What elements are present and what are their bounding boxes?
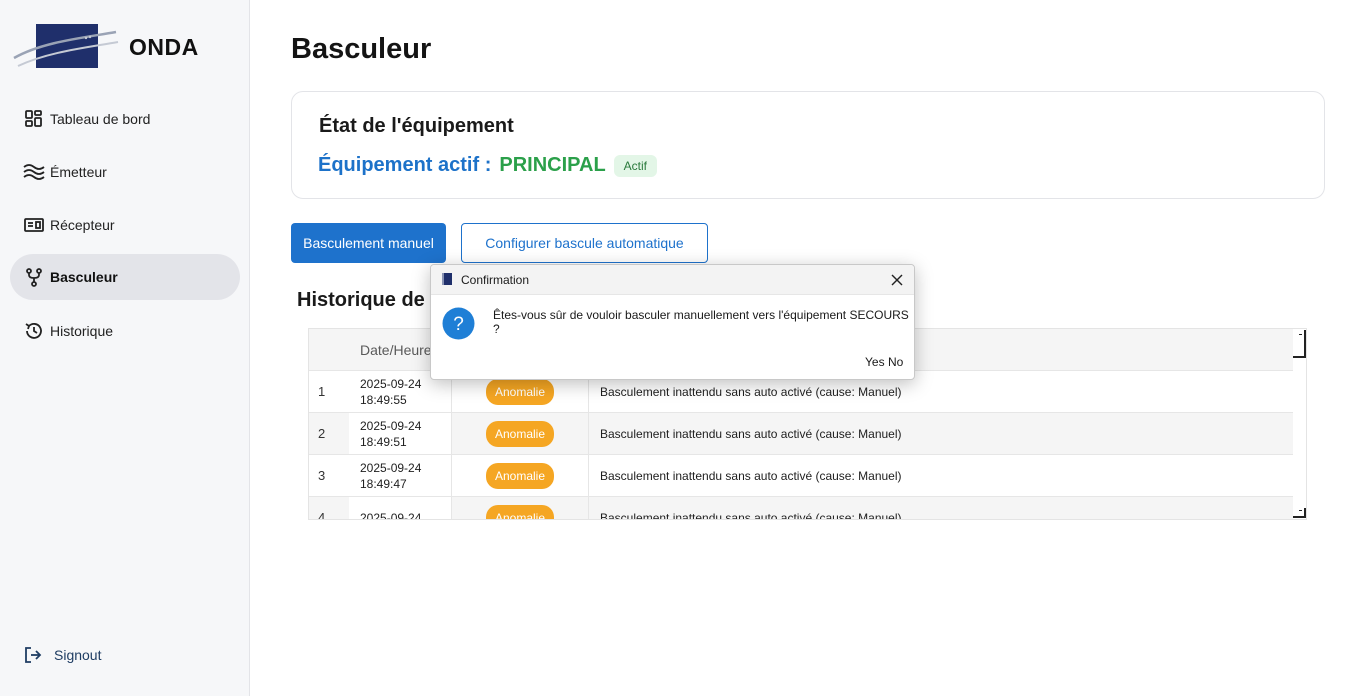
waves-icon — [23, 161, 45, 183]
status-card-title: État de l'équipement — [319, 115, 514, 137]
sidebar-item-emetteur[interactable]: Émetteur — [10, 149, 240, 195]
table-scrollbar[interactable] — [1293, 329, 1306, 519]
row-index: 4 — [318, 510, 326, 520]
table-row[interactable]: 2 2025-09-24 18:49:51 Anomalie Basculemen… — [309, 413, 1295, 455]
sidebar-item-label: Tableau de bord — [50, 111, 151, 127]
dialog-message: Êtes-vous sûr de vouloir basculer manuel… — [493, 308, 909, 336]
receiver-icon — [23, 214, 45, 236]
sidebar-item-historique[interactable]: Historique — [10, 308, 240, 354]
anomaly-tag: Anomalie — [485, 378, 555, 405]
row-index: 3 — [318, 468, 326, 483]
row-date-time: 18:49:47 — [360, 476, 407, 491]
row-type: Anomalie — [452, 497, 589, 519]
scroll-up-button[interactable] — [1293, 330, 1306, 358]
manual-switch-button[interactable]: Basculement manuel — [291, 223, 446, 263]
sidebar-item-tableau-de-bord[interactable]: Tableau de bord — [10, 96, 240, 142]
status-badge: Actif — [613, 154, 658, 177]
row-date-time: 18:49:51 — [360, 434, 407, 449]
brand-name: ONDA — [129, 34, 199, 60]
signout-label: Signout — [54, 647, 102, 663]
onda-logo — [13, 24, 119, 68]
dialog-title: Confirmation — [461, 273, 530, 287]
sidebar-item-label: Émetteur — [50, 164, 107, 180]
row-description: Basculement inattendu sans auto activé (… — [600, 426, 902, 441]
row-description: Basculement inattendu sans auto activé (… — [600, 510, 902, 520]
configure-auto-switch-button[interactable]: Configurer bascule automatique — [461, 223, 708, 263]
table-row[interactable]: 4 2025-09-24 Anomalie Basculement inatte… — [309, 497, 1295, 520]
app-icon — [442, 273, 452, 285]
row-date-day: 2025-09-24 — [360, 418, 422, 433]
yes-button[interactable]: Yes — [865, 355, 885, 369]
no-button[interactable]: No — [888, 355, 903, 369]
active-equipment-label: Équipement actif : — [318, 154, 492, 176]
sidebar-item-basculeur[interactable]: Basculeur — [10, 254, 240, 300]
header-index — [309, 329, 349, 370]
svg-text:?: ? — [453, 314, 464, 335]
anomaly-tag: Anomalie — [485, 462, 555, 489]
row-date-time: 18:49:55 — [360, 392, 407, 407]
dashboard-grid-icon — [23, 108, 45, 130]
equipment-status-card: État de l'équipement Équipement actif : … — [291, 91, 1325, 199]
switch-fork-icon — [23, 266, 45, 288]
brand: ONDA — [12, 22, 242, 72]
row-date: 2025-09-24 — [349, 497, 452, 520]
row-date-day: 2025-09-24 — [360, 510, 422, 520]
sidebar-item-recepteur[interactable]: Récepteur — [10, 202, 240, 248]
row-date: 2025-09-24 18:49:51 — [349, 413, 452, 454]
row-date: 2025-09-24 18:49:47 — [349, 455, 452, 496]
history-section-title: Historique de — [297, 289, 425, 311]
row-description: Basculement inattendu sans auto activé (… — [600, 468, 902, 483]
sidebar-item-label: Basculeur — [50, 269, 118, 285]
confirmation-dialog: Confirmation ? Êtes-vous sûr de vouloir … — [430, 264, 915, 380]
signout-link[interactable]: Signout — [22, 644, 101, 666]
sidebar: ONDA Tableau de bord Émetteur Récepteur … — [0, 0, 250, 696]
page-title: Basculeur — [291, 33, 432, 65]
sidebar-item-label: Récepteur — [50, 217, 115, 233]
active-equipment-line: Équipement actif : PRINCIPAL Actif — [318, 154, 658, 177]
table-row[interactable]: 3 2025-09-24 18:49:47 Anomalie Basculemen… — [309, 455, 1295, 497]
anomaly-tag: Anomalie — [485, 504, 555, 519]
sidebar-item-label: Historique — [50, 323, 114, 339]
row-type: Anomalie — [452, 455, 589, 496]
scroll-down-button[interactable] — [1293, 508, 1306, 518]
row-index: 1 — [318, 384, 326, 399]
question-icon: ? — [442, 307, 475, 340]
anomaly-tag: Anomalie — [485, 420, 555, 447]
dialog-titlebar[interactable]: Confirmation — [431, 265, 914, 295]
row-date-day: 2025-09-24 — [360, 460, 422, 475]
close-icon[interactable] — [888, 271, 906, 289]
logout-icon — [22, 644, 44, 666]
active-equipment-value: PRINCIPAL — [499, 154, 606, 176]
row-index: 2 — [318, 426, 326, 441]
row-type: Anomalie — [452, 413, 589, 454]
row-date-day: 2025-09-24 — [360, 376, 422, 391]
history-clock-icon — [23, 320, 45, 342]
